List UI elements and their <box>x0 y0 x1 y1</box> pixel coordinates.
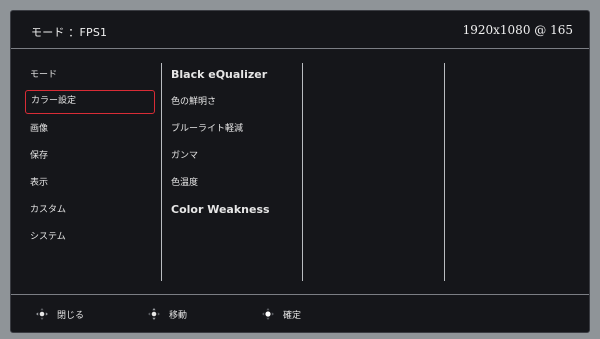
color-settings-submenu: Black eQualizer 色の鮮明さ ブルーライト軽減 ガンマ 色温度 C… <box>171 63 299 225</box>
osd-footer: 閉じる 移動 確定 <box>11 294 589 334</box>
submenu-item-low-blue-light[interactable]: ブルーライト軽減 <box>171 117 299 141</box>
menu-item-label: 画像 <box>30 124 49 134</box>
menu-item-system[interactable]: システム <box>25 225 155 249</box>
close-hint[interactable]: 閉じる <box>35 307 84 321</box>
resolution-readout: 1920x1080 @ 165 <box>462 23 573 37</box>
osd-window: モード ：FPS1 1920x1080 @ 165 モード カラー設定 画像 保… <box>10 10 590 333</box>
submenu-item-color-vibrance[interactable]: 色の鮮明さ <box>171 90 299 114</box>
menu-item-custom[interactable]: カスタム <box>25 198 155 222</box>
column-divider <box>444 63 445 281</box>
menu-item-label: 表示 <box>30 178 49 188</box>
confirm-label: 確定 <box>283 310 302 321</box>
menu-item-label: カスタム <box>30 205 67 215</box>
menu-item-picture[interactable]: 画像 <box>25 117 155 141</box>
confirm-hint[interactable]: 確定 <box>261 307 301 321</box>
column-divider <box>302 63 303 281</box>
submenu-item-black-equalizer[interactable]: Black eQualizer <box>171 63 299 87</box>
dpad-left-right-icon <box>36 308 48 320</box>
menu-item-save[interactable]: 保存 <box>25 144 155 168</box>
menu-item-color-settings[interactable]: カラー設定 <box>25 90 155 114</box>
move-hint[interactable]: 移動 <box>147 307 187 321</box>
current-mode-label: モード ：FPS1 <box>31 26 108 39</box>
menu-item-label: 保存 <box>30 151 49 161</box>
submenu-item-color-temperature[interactable]: 色温度 <box>171 171 299 195</box>
dpad-up-down-icon <box>148 308 160 320</box>
osd-content: モード カラー設定 画像 保存 表示 カスタム システム Black eQual… <box>11 49 589 294</box>
menu-item-mode[interactable]: モード <box>25 63 155 87</box>
menu-item-label: モード <box>30 70 58 80</box>
menu-item-display[interactable]: 表示 <box>25 171 155 195</box>
main-menu: モード カラー設定 画像 保存 表示 カスタム システム <box>25 63 155 252</box>
move-label: 移動 <box>169 310 188 321</box>
column-divider <box>161 63 162 281</box>
menu-item-label: システム <box>30 232 66 242</box>
dpad-press-icon <box>262 308 274 320</box>
submenu-item-gamma[interactable]: ガンマ <box>171 144 299 168</box>
submenu-item-color-weakness[interactable]: Color Weakness <box>171 198 299 222</box>
osd-header: モード ：FPS1 1920x1080 @ 165 <box>11 11 589 49</box>
menu-item-label: カラー設定 <box>31 96 77 106</box>
close-label: 閉じる <box>57 310 85 321</box>
